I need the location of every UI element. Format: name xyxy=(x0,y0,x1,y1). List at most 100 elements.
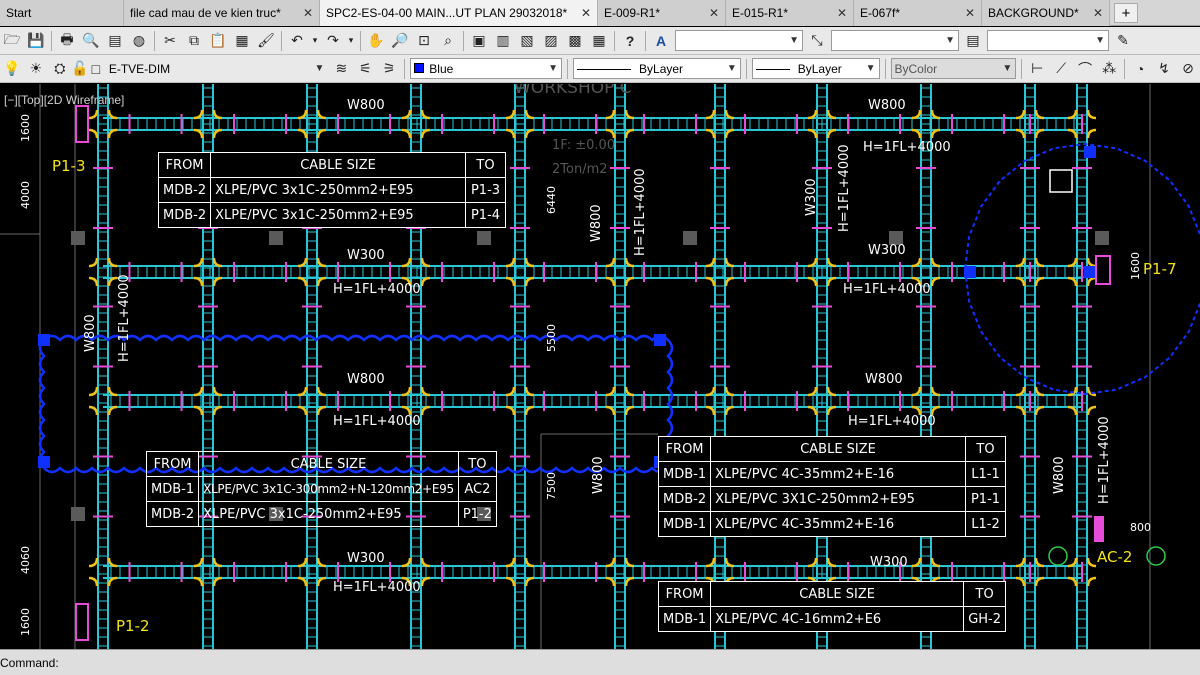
text-style-select[interactable]: ▼ xyxy=(675,30,803,51)
sheet-set-icon[interactable]: ▨ xyxy=(540,30,562,52)
tray-height-label: H=1FL+4000 xyxy=(837,144,852,232)
structural-column xyxy=(269,231,283,245)
color-select[interactable]: Blue ▼ xyxy=(410,58,563,79)
tab-file-cad-mau[interactable]: file cad mau de ve kien truc* ✕ xyxy=(124,0,320,26)
layer-vp-freeze-icon[interactable]: ⛭ xyxy=(49,58,71,80)
tray-width-label: W800 xyxy=(347,372,385,387)
make-current-icon[interactable]: ⚟ xyxy=(354,58,376,80)
properties-icon[interactable]: ▣ xyxy=(468,30,490,52)
lineweight-select[interactable]: ByLayer ▼ xyxy=(751,58,880,79)
redo-icon[interactable]: ↷ xyxy=(322,30,344,52)
chevron-down-icon: ▼ xyxy=(726,63,737,74)
layer-color-icon[interactable]: □ xyxy=(89,58,103,80)
tray-cross-fitting xyxy=(193,557,223,587)
plot-preview-icon[interactable]: 🔍 xyxy=(80,30,102,52)
plotstyle-select[interactable]: ByColor ▼ xyxy=(890,58,1017,79)
tray-width-label: W300 xyxy=(868,243,906,258)
zoom-window-icon[interactable]: ⊡ xyxy=(413,30,435,52)
aligned-dimension-icon[interactable]: ⟋ xyxy=(1050,58,1072,80)
linear-dimension-icon[interactable]: ⊢ xyxy=(1026,58,1048,80)
toolbar-separator xyxy=(154,30,155,51)
toolbar-separator xyxy=(281,30,282,51)
table-cell: AC2 xyxy=(457,476,497,502)
tab-spc2-es-04-00[interactable]: SPC2-ES-04-00 MAIN...UT PLAN 29032018* ✕ xyxy=(320,0,598,26)
dimension-label: 4060 xyxy=(19,546,32,574)
close-icon[interactable]: ✕ xyxy=(965,6,975,20)
tab-label: Start xyxy=(6,6,32,20)
table-row: MDB-2 XLPE/PVC 3x1C-250mm2+E95 P1-2 xyxy=(145,501,497,527)
layers-properties-toolbar: 💡 ☀ ⛭ 🔓 □ E-TVE-DIM ▼ ≋ ⚟ ⚞ Blue ▼ ByLayer… xyxy=(0,55,1200,83)
grip-handle xyxy=(1084,146,1096,158)
close-icon[interactable]: ✕ xyxy=(1093,6,1103,20)
layer-freeze-icon[interactable]: ☀ xyxy=(25,58,47,80)
viewport-controls-label[interactable]: [−][Top][2D Wireframe] xyxy=(4,93,124,107)
linetype-value: ByLayer xyxy=(639,61,684,76)
close-icon[interactable]: ✕ xyxy=(709,6,719,20)
table-style-icon[interactable]: ▤ xyxy=(962,30,984,52)
multileader-style-icon[interactable]: ✎ xyxy=(1112,30,1134,52)
calculator-icon[interactable]: ▦ xyxy=(588,30,610,52)
dim-style-icon[interactable]: ⤡ xyxy=(806,30,828,52)
close-icon[interactable]: ✕ xyxy=(837,6,847,20)
copy-icon[interactable]: ⧉ xyxy=(183,30,205,52)
toolbar-separator xyxy=(1021,58,1023,79)
close-icon[interactable]: ✕ xyxy=(581,6,591,20)
print-icon[interactable]: 🖶 xyxy=(56,30,78,52)
toolbar-separator xyxy=(884,58,886,79)
new-tab-button[interactable]: + xyxy=(1114,3,1138,23)
ordinate-dimension-icon[interactable]: ⁂ xyxy=(1098,58,1120,80)
linetype-select[interactable]: ByLayer ▼ xyxy=(573,58,741,79)
tab-e-009-r1[interactable]: E-009-R1* ✕ xyxy=(598,0,726,26)
tab-e-015-r1[interactable]: E-015-R1* ✕ xyxy=(726,0,854,26)
dimension-label: 4000 xyxy=(19,181,32,209)
tab-background[interactable]: BACKGROUND* ✕ xyxy=(982,0,1110,26)
paste-block-icon[interactable]: ▦ xyxy=(231,30,253,52)
layer-select[interactable]: E-TVE-DIM ▼ xyxy=(106,58,328,79)
tab-e-067f[interactable]: E-067f* ✕ xyxy=(854,0,982,26)
close-icon[interactable]: ✕ xyxy=(303,6,313,20)
save-icon[interactable]: 💾 xyxy=(25,30,47,52)
arc-length-icon[interactable]: ⌒ xyxy=(1074,58,1096,80)
command-line[interactable]: Command: xyxy=(0,649,1200,675)
open-icon[interactable]: 🗁 xyxy=(1,30,23,52)
match-properties-icon[interactable]: 🖌 xyxy=(255,30,277,52)
redo-dropdown-icon[interactable]: ▾ xyxy=(346,30,356,52)
zoom-realtime-icon[interactable]: 🔎 xyxy=(389,30,411,52)
layer-previous-icon[interactable]: ⚞ xyxy=(378,58,400,80)
diameter-dimension-icon[interactable]: ⊘ xyxy=(1177,58,1199,80)
dimension-label: 1600 xyxy=(1129,252,1142,280)
table-cell: P1-3 xyxy=(465,177,506,203)
toolbar-separator xyxy=(360,30,361,51)
publish-icon[interactable]: ▤ xyxy=(104,30,126,52)
layer-on-icon[interactable]: 💡 xyxy=(1,58,23,80)
undo-icon[interactable]: ↶ xyxy=(286,30,308,52)
pan-icon[interactable]: ✋ xyxy=(365,30,387,52)
table-style-select[interactable]: ▼ xyxy=(987,30,1109,51)
layer-lock-icon[interactable]: 🔓 xyxy=(71,58,88,80)
floor-load-label: 2Ton/m2 xyxy=(552,162,608,177)
radius-dimension-icon[interactable]: ◔ xyxy=(1129,58,1151,80)
tray-width-label: W800 xyxy=(589,204,604,242)
table-header-row: FROM CABLE SIZE TO xyxy=(145,451,497,477)
paste-icon[interactable]: 📋 xyxy=(207,30,229,52)
markup-icon[interactable]: ▩ xyxy=(564,30,586,52)
tab-label: BACKGROUND* xyxy=(988,6,1079,20)
tab-start[interactable]: Start xyxy=(0,0,124,26)
text-style-icon[interactable]: A xyxy=(650,30,672,52)
table-cell: MDB-2 xyxy=(157,177,212,203)
drawing-area[interactable]: [−][Top][2D Wireframe] WORKSHOP C 1F: ±0… xyxy=(0,84,1200,649)
dim-style-select[interactable]: ▼ xyxy=(831,30,959,51)
cut-icon[interactable]: ✂ xyxy=(159,30,181,52)
table-cell: MDB-1 xyxy=(657,511,712,537)
undo-dropdown-icon[interactable]: ▾ xyxy=(310,30,320,52)
jogged-dimension-icon[interactable]: ↯ xyxy=(1153,58,1175,80)
design-center-icon[interactable]: ▥ xyxy=(492,30,514,52)
tool-palettes-icon[interactable]: ▧ xyxy=(516,30,538,52)
column-header: CABLE SIZE xyxy=(198,451,459,477)
3d-dwf-icon[interactable]: ◍ xyxy=(128,30,150,52)
help-icon[interactable]: ? xyxy=(619,30,641,52)
zoom-previous-icon[interactable]: ⌕ xyxy=(437,30,459,52)
column-header: FROM xyxy=(657,436,712,462)
tab-label: SPC2-ES-04-00 MAIN...UT PLAN 29032018* xyxy=(326,6,568,20)
layer-properties-icon[interactable]: ≋ xyxy=(330,58,352,80)
